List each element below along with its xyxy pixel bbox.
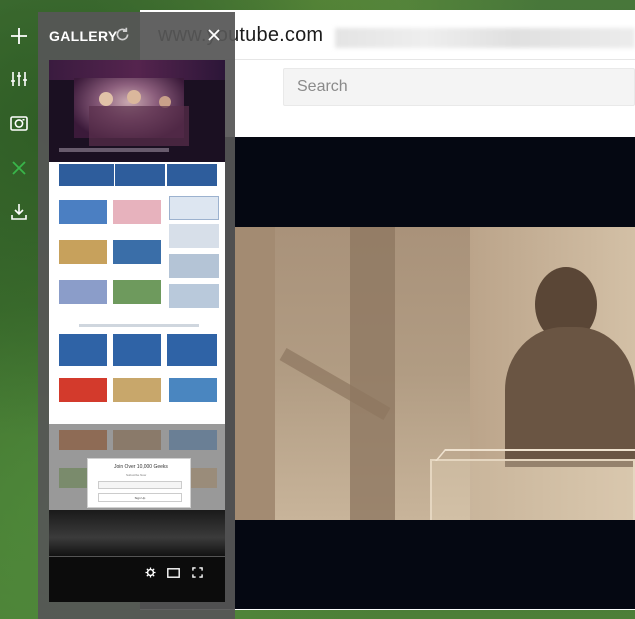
gallery-panel: GALLERY Join Over 10,000 Geeks Subscribe… — [38, 12, 235, 619]
equalizer-icon — [11, 72, 27, 86]
gallery-thumbnail-1[interactable] — [49, 60, 225, 162]
gallery-close-icon[interactable] — [206, 27, 222, 43]
save-tool[interactable] — [7, 200, 31, 224]
close-x-icon — [12, 161, 26, 175]
add-tool[interactable] — [7, 24, 31, 48]
tool-strip — [0, 0, 38, 619]
adjust-tool[interactable] — [7, 67, 31, 91]
blurred-url-region — [335, 28, 635, 48]
camera-icon — [10, 116, 28, 131]
download-icon — [11, 204, 27, 220]
popup-subtitle: Subscribe Now — [126, 473, 147, 477]
popup-title: Join Over 10,000 Geeks — [114, 464, 168, 470]
gallery-thumbnail-2[interactable]: Join Over 10,000 Geeks Subscribe Now Sig… — [49, 162, 225, 510]
video-frame — [235, 227, 635, 520]
gallery-thumbnail-3[interactable] — [49, 510, 225, 602]
gallery-title: GALLERY — [49, 28, 118, 44]
fullscreen-icon — [192, 567, 203, 578]
theater-mode-icon — [167, 568, 180, 578]
popup-button: Sign Up — [134, 495, 146, 500]
cancel-tool[interactable] — [7, 156, 31, 180]
plus-icon — [11, 28, 27, 44]
refresh-icon[interactable] — [114, 26, 131, 43]
settings-gear-icon — [145, 567, 156, 578]
popup-card: Join Over 10,000 Geeks Subscribe Now Sig… — [87, 458, 191, 508]
capture-tool[interactable] — [7, 111, 31, 135]
search-placeholder: Search — [297, 78, 348, 95]
search-input[interactable]: Search — [283, 68, 635, 106]
